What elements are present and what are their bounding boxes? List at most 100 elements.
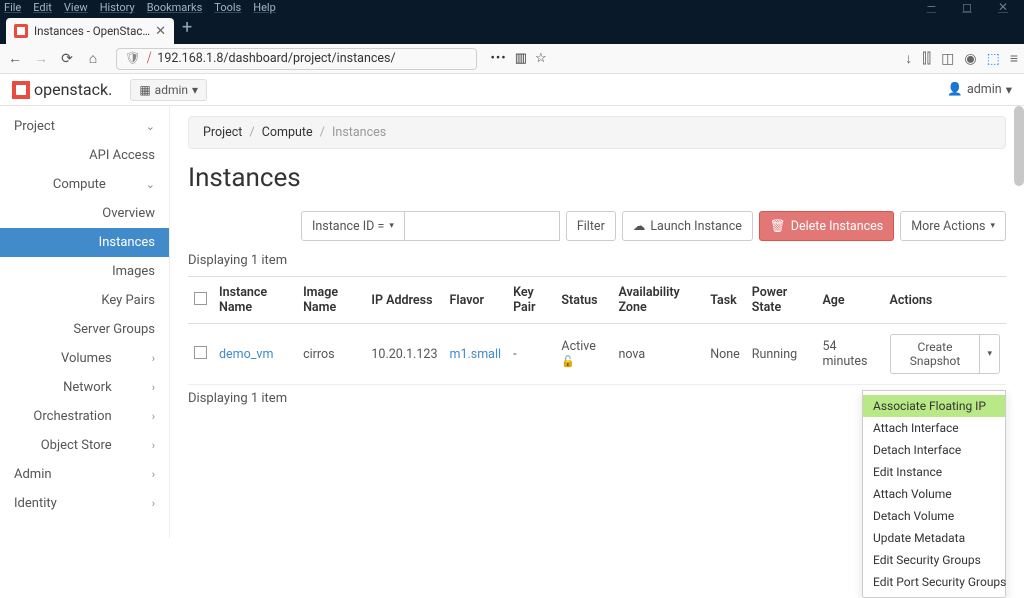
forward-button: → <box>32 50 50 67</box>
col-az[interactable]: Availability Zone <box>612 277 704 324</box>
sidebar-item-overview[interactable]: Overview <box>0 199 169 228</box>
caret-down-icon: ▾ <box>990 221 995 231</box>
home-button[interactable]: ⌂ <box>84 50 102 67</box>
instances-table: Instance Name Image Name IP Address Flav… <box>188 276 1006 385</box>
hamburger-menu-icon[interactable]: ≡ <box>1010 50 1018 67</box>
sidebar-item-orchestration[interactable]: Orchestration› <box>0 402 169 431</box>
sidebar-item-object-store[interactable]: Object Store› <box>0 431 169 460</box>
breadcrumb-project[interactable]: Project <box>203 125 242 140</box>
sidebar-icon[interactable]: ◫ <box>941 51 954 67</box>
dropdown-associate-floating-ip[interactable]: Associate Floating IP <box>863 395 1005 417</box>
sidebar-item-compute[interactable]: Compute⌄ <box>0 170 169 199</box>
tab-close-icon[interactable]: ✕ <box>155 24 166 39</box>
account-icon[interactable]: ◉ <box>964 51 976 67</box>
menu-history[interactable]: History <box>100 1 135 14</box>
library-icon[interactable]: ⫿⫿ <box>922 51 931 67</box>
select-all-checkbox[interactable] <box>194 292 207 305</box>
browser-tab[interactable]: Instances - OpenStack Dashbo... ✕ <box>6 18 174 44</box>
create-snapshot-button[interactable]: Create Snapshot <box>890 334 981 374</box>
sidebar-item-project[interactable]: Project⌄ <box>0 112 169 141</box>
domain-selector[interactable]: ▦ admin ▾ <box>130 79 207 101</box>
row-actions-dropdown-toggle[interactable]: ▾ <box>980 334 1000 374</box>
col-power[interactable]: Power State <box>746 277 817 324</box>
breadcrumb-current: Instances <box>332 125 386 140</box>
more-actions-button[interactable]: More Actions▾ <box>900 211 1006 241</box>
dropdown-edit-port-security-groups[interactable]: Edit Port Security Groups <box>863 571 1005 593</box>
browser-tabbar: Instances - OpenStack Dashbo... ✕ + <box>0 14 1024 44</box>
col-task[interactable]: Task <box>704 277 746 324</box>
tab-title: Instances - OpenStack Dashbo... <box>34 24 151 38</box>
dropdown-detach-volume[interactable]: Detach Volume <box>863 505 1005 527</box>
menu-tools[interactable]: Tools <box>214 1 241 14</box>
domain-label: admin <box>155 83 188 97</box>
dropdown-attach-volume[interactable]: Attach Volume <box>863 483 1005 505</box>
filter-field-select[interactable]: Instance ID =▾ <box>301 211 405 241</box>
col-keypair[interactable]: Key Pair <box>507 277 555 324</box>
bookmark-star-icon[interactable]: ☆ <box>535 51 547 66</box>
dropdown-detach-interface[interactable]: Detach Interface <box>863 439 1005 461</box>
row-checkbox[interactable] <box>194 346 207 359</box>
chevron-down-icon: ⌄ <box>146 120 155 133</box>
cell-ip: 10.20.1.123 <box>365 324 443 385</box>
filter-button[interactable]: Filter <box>566 211 616 241</box>
sidebar-item-images[interactable]: Images <box>0 257 169 286</box>
user-menu[interactable]: 👤 admin ▾ <box>947 82 1012 98</box>
sidebar-item-network[interactable]: Network› <box>0 373 169 402</box>
dropdown-attach-interface[interactable]: Attach Interface <box>863 417 1005 439</box>
brand-logo[interactable]: openstack. <box>12 80 112 99</box>
sidebar-item-instances[interactable]: Instances <box>0 228 169 257</box>
cell-status: Active 🔓 <box>555 324 612 385</box>
window-maximize-icon[interactable]: ◻ <box>962 0 972 14</box>
url-text: 192.168.1.8/dashboard/project/instances/ <box>157 51 395 66</box>
col-status[interactable]: Status <box>555 277 612 324</box>
col-image-name[interactable]: Image Name <box>297 277 365 324</box>
sidebar-item-api-access[interactable]: API Access <box>0 141 169 170</box>
chevron-right-icon: › <box>152 439 155 452</box>
caret-down-icon: ▾ <box>192 83 198 97</box>
sidebar-item-identity[interactable]: Identity› <box>0 489 169 518</box>
delete-instances-button[interactable]: 🗑Delete Instances <box>759 211 894 241</box>
sidebar-item-key-pairs[interactable]: Key Pairs <box>0 286 169 315</box>
url-bar[interactable]: 🛡 ⧸ 192.168.1.8/dashboard/project/instan… <box>116 48 477 70</box>
sidebar-item-volumes[interactable]: Volumes› <box>0 344 169 373</box>
table-row: demo_vm cirros 10.20.1.123 m1.small - Ac… <box>188 324 1006 385</box>
back-button[interactable]: ← <box>6 50 24 67</box>
window-close-icon[interactable]: ✕ <box>998 0 1008 14</box>
dropdown-edit-security-groups[interactable]: Edit Security Groups <box>863 549 1005 571</box>
extension-icon[interactable]: ⬚ <box>987 51 1000 67</box>
new-tab-button[interactable]: + <box>182 17 192 38</box>
filter-input[interactable] <box>405 211 560 241</box>
downloads-icon[interactable]: ↓ <box>905 50 912 67</box>
sidebar-item-server-groups[interactable]: Server Groups <box>0 315 169 344</box>
col-age[interactable]: Age <box>816 277 883 324</box>
window-minimize-icon[interactable]: — <box>927 0 936 14</box>
reader-icon[interactable]: ▥ <box>515 51 527 66</box>
scrollbar[interactable] <box>1014 106 1024 186</box>
page-actions-icon[interactable]: ••• <box>491 51 507 66</box>
cell-keypair: - <box>507 324 555 385</box>
reload-button[interactable]: ⟳ <box>58 51 76 67</box>
os-menubar: File Edit View History Bookmarks Tools H… <box>0 0 1024 14</box>
dropdown-edit-instance[interactable]: Edit Instance <box>863 461 1005 483</box>
menu-help[interactable]: Help <box>253 1 276 14</box>
dropdown-update-metadata[interactable]: Update Metadata <box>863 527 1005 549</box>
menu-view[interactable]: View <box>64 1 88 14</box>
insecure-icon: ⧸ <box>147 51 151 66</box>
launch-instance-button[interactable]: ☁Launch Instance <box>622 211 753 241</box>
flavor-link[interactable]: m1.small <box>449 347 501 362</box>
menu-file[interactable]: File <box>4 1 21 14</box>
chevron-right-icon: › <box>152 352 155 365</box>
col-ip[interactable]: IP Address <box>365 277 443 324</box>
sidebar-item-admin[interactable]: Admin› <box>0 460 169 489</box>
menu-bookmarks[interactable]: Bookmarks <box>147 1 203 14</box>
col-instance-name[interactable]: Instance Name <box>213 277 297 324</box>
breadcrumb-compute[interactable]: Compute <box>262 125 313 140</box>
browser-navbar: ← → ⟳ ⌂ 🛡 ⧸ 192.168.1.8/dashboard/projec… <box>0 44 1024 74</box>
app-header: openstack. ▦ admin ▾ 👤 admin ▾ <box>0 74 1024 106</box>
cell-age: 54 minutes <box>816 324 883 385</box>
user-label: admin <box>967 82 1002 97</box>
instance-name-link[interactable]: demo_vm <box>219 347 273 362</box>
menu-edit[interactable]: Edit <box>33 1 52 14</box>
displaying-count-top: Displaying 1 item <box>188 253 1006 268</box>
col-flavor[interactable]: Flavor <box>443 277 507 324</box>
